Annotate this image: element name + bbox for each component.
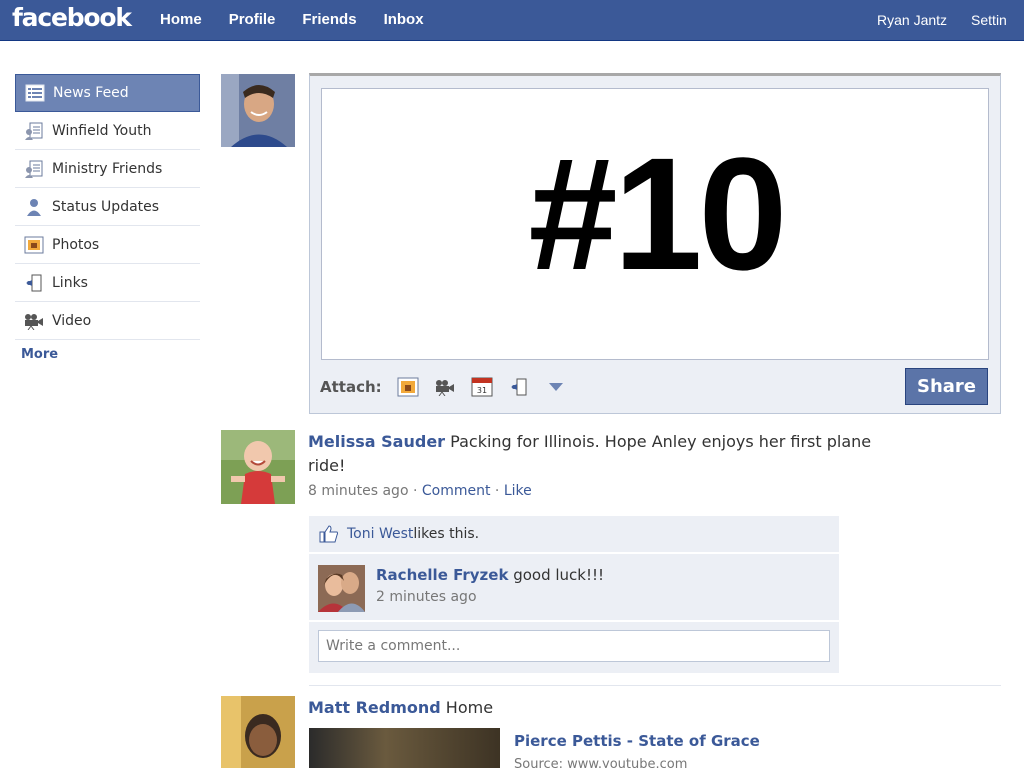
attach-bar: Attach: 31 — [320, 376, 581, 398]
write-comment-input[interactable]: Write a comment... — [318, 630, 830, 662]
sidebar: News Feed Winfield Youth Ministry Friend… — [15, 74, 200, 362]
sidebar-item-video[interactable]: Video — [15, 302, 200, 340]
story2-author-link[interactable]: Matt Redmond — [308, 698, 441, 717]
story1-text-line2: ride! — [308, 456, 346, 475]
nav-profile-link[interactable]: Profile — [229, 11, 276, 28]
sidebar-item-label: Links — [52, 274, 88, 291]
story1-meta: 8 minutes ago · Comment · Like — [308, 483, 532, 499]
status-composer: #10 Attach: 31 Share — [309, 73, 1001, 414]
story1-message: Melissa Sauder Packing for Illinois. Hop… — [308, 430, 871, 454]
video-icon[interactable] — [433, 376, 457, 398]
event-icon[interactable]: 31 — [470, 376, 494, 398]
friend-list-icon — [23, 121, 45, 141]
news-feed-icon — [24, 83, 46, 103]
comment-row: Rachelle Fryzek good luck!!! 2 minutes a… — [309, 556, 839, 622]
sidebar-item-label: News Feed — [53, 85, 129, 101]
friend-list-icon — [23, 159, 45, 179]
sidebar-item-label: Status Updates — [52, 198, 160, 215]
story2-message: Matt Redmond Home — [308, 696, 493, 720]
nav-inbox-link[interactable]: Inbox — [384, 11, 424, 28]
links-icon — [23, 273, 45, 293]
comment-text: good luck!!! — [508, 566, 605, 584]
top-bar: facebook Home Profile Friends Inbox Ryan… — [0, 0, 1024, 41]
sidebar-more-link[interactable]: More — [15, 347, 200, 362]
top-nav: Home Profile Friends Inbox — [160, 11, 451, 28]
sidebar-item-label: Ministry Friends — [52, 160, 163, 177]
likes-row: Toni West likes this. — [309, 516, 839, 554]
attach-label: Attach: — [320, 378, 382, 396]
facebook-logo[interactable]: facebook — [12, 3, 132, 32]
link-icon[interactable] — [507, 376, 531, 398]
attachment-source: Source: www.youtube.com — [514, 757, 688, 768]
story1-message-cont: ride! — [308, 454, 345, 478]
meta-separator: · — [490, 483, 504, 499]
status-person-icon — [23, 197, 45, 217]
svg-text:31: 31 — [477, 386, 487, 395]
sidebar-item-links[interactable]: Links — [15, 264, 200, 302]
user-name-link[interactable]: Ryan Jantz — [877, 12, 947, 28]
sidebar-item-label: Winfield Youth — [52, 122, 152, 139]
status-textarea[interactable]: #10 — [321, 88, 989, 360]
likes-suffix: likes this. — [413, 526, 480, 542]
sidebar-item-ministry-friends[interactable]: Ministry Friends — [15, 150, 200, 188]
status-text: #10 — [528, 124, 788, 303]
user-avatar[interactable] — [221, 74, 295, 147]
sidebar-item-winfield-youth[interactable]: Winfield Youth — [15, 112, 200, 150]
story1-text-line1: Packing for Illinois. Hope Anley enjoys … — [450, 432, 872, 451]
story1-time[interactable]: 8 minutes ago — [308, 483, 409, 499]
share-button[interactable]: Share — [905, 368, 988, 405]
story1-feedback: Toni West likes this. Rachelle Fryzek go… — [309, 516, 839, 673]
dropdown-arrow-icon[interactable] — [544, 376, 568, 398]
sidebar-item-photos[interactable]: Photos — [15, 226, 200, 264]
matt-redmond-avatar[interactable] — [221, 696, 295, 768]
sidebar-item-news-feed[interactable]: News Feed — [15, 74, 200, 112]
sidebar-item-label: Video — [52, 312, 92, 329]
comment-content: Rachelle Fryzek good luck!!! — [376, 566, 604, 584]
comment-link[interactable]: Comment — [422, 483, 491, 499]
comment-author-link[interactable]: Rachelle Fryzek — [376, 566, 508, 584]
video-camera-icon — [23, 311, 45, 331]
likes-name-link[interactable]: Toni West — [347, 526, 413, 542]
nav-home-link[interactable]: Home — [160, 11, 202, 28]
sidebar-item-label: Photos — [52, 236, 100, 253]
settings-link[interactable]: Settin — [971, 12, 1007, 28]
rachelle-fryzek-avatar[interactable] — [318, 565, 365, 612]
story-divider — [309, 685, 1001, 686]
melissa-sauder-avatar[interactable] — [221, 430, 295, 504]
photos-icon — [23, 235, 45, 255]
story2-text: Home — [440, 698, 494, 717]
video-thumbnail[interactable] — [309, 728, 500, 768]
nav-friends-link[interactable]: Friends — [302, 11, 356, 28]
thumbs-up-icon — [319, 525, 339, 543]
like-link[interactable]: Like — [504, 483, 532, 499]
top-right-nav: Ryan Jantz Settin — [877, 12, 1024, 28]
story1-author-link[interactable]: Melissa Sauder — [308, 432, 445, 451]
comment-time: 2 minutes ago — [376, 589, 477, 605]
attachment-title-link[interactable]: Pierce Pettis - State of Grace — [514, 732, 760, 750]
meta-separator: · — [408, 483, 422, 499]
photo-icon[interactable] — [396, 376, 420, 398]
sidebar-item-status-updates[interactable]: Status Updates — [15, 188, 200, 226]
